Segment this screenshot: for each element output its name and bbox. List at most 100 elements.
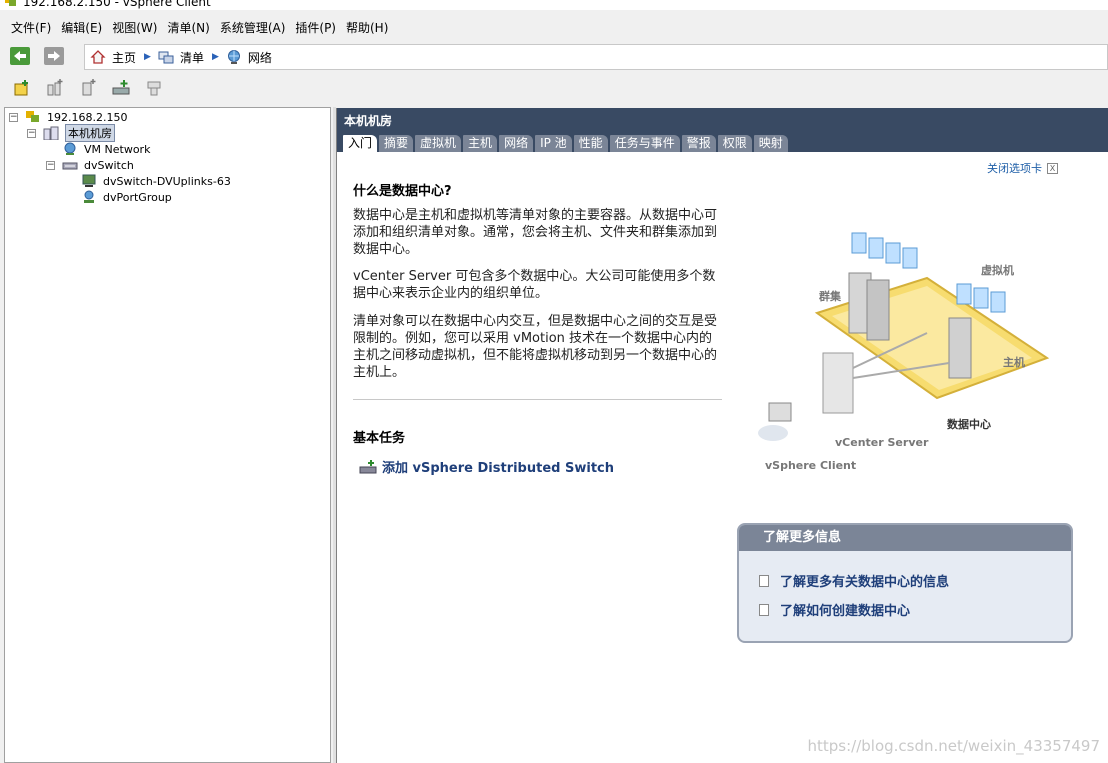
title-bar: 192.168.2.150 - vSphere Client — [0, 0, 1108, 10]
watermark: https://blog.csdn.net/weixin_43357497 — [807, 737, 1100, 755]
back-button[interactable] — [10, 47, 30, 65]
breadcrumb-inventory[interactable]: 清单 — [158, 49, 204, 66]
new-datacenter-button[interactable] — [12, 78, 32, 98]
tab-alarms[interactable]: 警报 — [681, 135, 716, 152]
intro-heading: 什么是数据中心? — [353, 184, 452, 199]
section-divider — [353, 399, 722, 400]
diagram-label-datacenter: 数据中心 — [947, 418, 991, 431]
diagram-label-vm: 虚拟机 — [981, 264, 1014, 277]
close-tab-link[interactable]: 关闭选项卡 X — [987, 160, 1058, 176]
collapse-icon[interactable]: − — [46, 160, 55, 170]
portgroup-icon — [84, 190, 94, 203]
content-header: 本机机房 入门 摘要 虚拟机 主机 网络 IP 池 性能 任务与事件 警报 权限… — [337, 108, 1108, 152]
intro-paragraph-1: 数据中心是主机和虚拟机等清单对象的主要容器。从数据中心可添加和组织清单对象。通常… — [353, 208, 718, 257]
breadcrumb-home-label: 主页 — [112, 50, 137, 65]
chevron-right-icon: ▶ — [144, 52, 151, 62]
uplink-portgroup-icon — [82, 174, 96, 187]
tree-label-portgroup: dvPortGroup — [103, 190, 172, 204]
datacenter-icon — [43, 126, 59, 140]
document-icon — [759, 603, 769, 616]
arrow-right-icon — [48, 51, 60, 61]
inventory-tree: − 192.168.2.150 − 本机机房 VM Network − dvSw… — [4, 107, 331, 763]
basic-tasks-heading: 基本任务 — [353, 431, 406, 446]
diagram-label-cluster: 群集 — [819, 290, 841, 303]
new-network-icon — [82, 79, 96, 96]
learn-create-datacenter-label: 了解如何创建数据中心 — [780, 604, 911, 619]
chevron-right-icon: ▶ — [211, 52, 219, 62]
new-folder-icon — [47, 79, 63, 96]
tree-row-host[interactable]: − 192.168.2.150 — [9, 109, 127, 125]
tab-tasks-events[interactable]: 任务与事件 — [609, 135, 680, 152]
datacenter-diagram: 群集 虚拟机 主机 数据中心 vCenter Server vSphere Cl… — [757, 218, 1057, 478]
tree-label-datacenter: 本机机房 — [65, 124, 115, 142]
tab-hosts[interactable]: 主机 — [463, 135, 498, 152]
toolbar — [0, 74, 1108, 102]
breadcrumb: 主页 ▶ 清单 ▶ 网络 — [84, 44, 1108, 70]
migrate-icon — [147, 81, 161, 96]
menu-administration[interactable]: 系统管理(A) — [215, 19, 291, 36]
breadcrumb-inventory-label: 清单 — [179, 50, 204, 65]
diagram-label-vcenter: vCenter Server — [835, 436, 929, 449]
tree-row-uplinks[interactable]: dvSwitch-DVUplinks-63 — [81, 173, 231, 189]
collapse-icon[interactable]: − — [9, 112, 18, 122]
dvswitch-icon — [62, 162, 78, 170]
diagram-label-host: 主机 — [1003, 356, 1025, 369]
menu-file[interactable]: 文件(F) — [6, 19, 56, 36]
learn-more-heading: 了解更多信息 — [739, 525, 1071, 551]
menu-view[interactable]: 视图(W) — [107, 19, 162, 36]
breadcrumb-home[interactable]: 主页 — [90, 49, 136, 66]
diagram-label-client: vSphere Client — [765, 459, 857, 472]
add-switch-icon — [112, 80, 130, 95]
close-icon[interactable]: X — [1047, 162, 1058, 174]
network-globe-icon — [227, 50, 240, 64]
learn-create-datacenter-link[interactable]: 了解如何创建数据中心 — [759, 600, 910, 619]
new-network-button[interactable] — [78, 78, 98, 98]
tab-ip-pools[interactable]: IP 池 — [535, 135, 572, 152]
add-switch-icon — [359, 459, 377, 473]
new-folder-button[interactable] — [45, 78, 65, 98]
tab-permissions[interactable]: 权限 — [717, 135, 752, 152]
breadcrumb-networking[interactable]: 网络 — [226, 49, 272, 66]
tree-row-dvswitch[interactable]: − dvSwitch — [46, 157, 134, 173]
forward-button[interactable] — [44, 47, 64, 65]
page-title: 本机机房 — [344, 114, 393, 128]
learn-more-panel: 了解更多信息 了解更多有关数据中心的信息 了解如何创建数据中心 — [737, 523, 1073, 643]
intro-paragraph-2: vCenter Server 可包含多个数据中心。大公司可能使用多个数据中心来表… — [353, 269, 716, 301]
tree-label-dvswitch: dvSwitch — [84, 158, 134, 172]
learn-about-datacenters-label: 了解更多有关数据中心的信息 — [780, 575, 950, 590]
tab-strip: 入门 摘要 虚拟机 主机 网络 IP 池 性能 任务与事件 警报 权限 映射 — [343, 135, 790, 152]
tab-maps[interactable]: 映射 — [753, 135, 788, 152]
content-pane: 本机机房 入门 摘要 虚拟机 主机 网络 IP 池 性能 任务与事件 警报 权限… — [336, 108, 1108, 763]
window-title: 192.168.2.150 - vSphere Client — [23, 0, 211, 9]
menu-help[interactable]: 帮助(H) — [341, 19, 393, 36]
close-tab-label: 关闭选项卡 — [987, 162, 1042, 175]
add-distributed-switch-label: 添加 vSphere Distributed Switch — [382, 461, 614, 476]
vcenter-icon — [26, 111, 39, 122]
inventory-icon — [158, 51, 174, 64]
navigation-bar: 主页 ▶ 清单 ▶ 网络 — [0, 42, 1108, 70]
learn-about-datacenters-link[interactable]: 了解更多有关数据中心的信息 — [759, 571, 949, 590]
tree-label-vm-network: VM Network — [84, 142, 151, 156]
vsphere-app-icon — [5, 0, 16, 6]
tree-row-datacenter[interactable]: − 本机机房 — [27, 124, 115, 142]
arrow-left-icon — [14, 51, 26, 61]
vsphere-client-window: 192.168.2.150 - vSphere Client 文件(F) 编辑(… — [0, 0, 1108, 763]
menu-bar: 文件(F) 编辑(E) 视图(W) 清单(N) 系统管理(A) 插件(P) 帮助… — [0, 16, 1108, 38]
tab-networks[interactable]: 网络 — [499, 135, 534, 152]
menu-edit[interactable]: 编辑(E) — [56, 19, 107, 36]
tree-label-host: 192.168.2.150 — [47, 110, 128, 124]
tab-virtual-machines[interactable]: 虚拟机 — [415, 135, 462, 152]
collapse-icon[interactable]: − — [27, 128, 36, 138]
tree-row-vm-network[interactable]: VM Network — [62, 141, 150, 157]
tree-label-uplinks: dvSwitch-DVUplinks-63 — [103, 174, 231, 188]
tab-summary[interactable]: 摘要 — [379, 135, 414, 152]
tree-row-portgroup[interactable]: dvPortGroup — [81, 189, 172, 205]
home-icon — [90, 50, 106, 64]
add-switch-button[interactable] — [111, 78, 131, 98]
migrate-button[interactable] — [144, 78, 164, 98]
tab-getting-started[interactable]: 入门 — [343, 135, 378, 152]
menu-plugins[interactable]: 插件(P) — [290, 19, 341, 36]
menu-inventory[interactable]: 清单(N) — [162, 19, 214, 36]
tab-performance[interactable]: 性能 — [573, 135, 608, 152]
add-distributed-switch-link[interactable]: 添加 vSphere Distributed Switch — [359, 457, 614, 476]
